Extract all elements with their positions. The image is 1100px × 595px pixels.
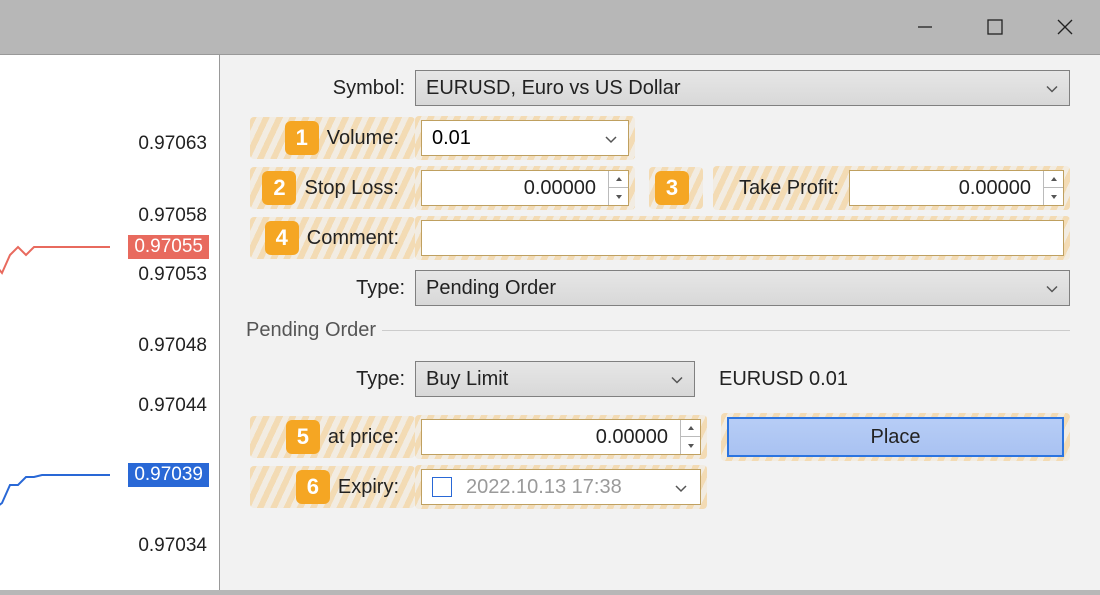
order-type-value: Pending Order — [426, 277, 556, 300]
annotation-badge-3: 3 — [655, 171, 689, 205]
symbol-value: EURUSD, Euro vs US Dollar — [426, 77, 681, 100]
chart-pane: 0.97063 0.97058 0.97055 0.97053 0.97048 … — [0, 55, 220, 590]
price-tick: 0.97063 — [138, 133, 207, 155]
atprice-value: 0.00000 — [596, 426, 692, 449]
content-area: 0.97063 0.97058 0.97055 0.97053 0.97048 … — [0, 54, 1100, 590]
stoploss-label: Stop Loss: — [304, 177, 409, 200]
pending-order-group: Pending Order Type: Buy Limit EURUSD 0.0… — [250, 319, 1070, 518]
pending-legend: Pending Order — [240, 319, 382, 342]
symbol-label: Symbol: — [250, 77, 415, 100]
order-type-dropdown[interactable]: Pending Order — [415, 270, 1070, 306]
pending-type-value: Buy Limit — [426, 368, 508, 391]
titlebar — [0, 0, 1100, 54]
comment-row: 4 Comment: — [250, 219, 1070, 257]
pending-type-dropdown[interactable]: Buy Limit — [415, 361, 695, 397]
stoploss-value: 0.00000 — [524, 177, 620, 200]
price-tick: 0.97048 — [138, 335, 207, 357]
pending-type-row: Type: Buy Limit EURUSD 0.01 — [250, 360, 1070, 398]
atprice-input[interactable]: 0.00000 — [421, 419, 701, 455]
spinner-icon[interactable] — [1043, 171, 1063, 205]
takeprofit-label: Take Profit: — [719, 177, 849, 200]
comment-input[interactable] — [421, 220, 1064, 256]
comment-label: Comment: — [307, 227, 409, 250]
window: 0.97063 0.97058 0.97055 0.97053 0.97048 … — [0, 0, 1100, 590]
minimize-button[interactable] — [890, 0, 960, 54]
place-button[interactable]: Place — [727, 417, 1064, 457]
chevron-down-icon — [674, 476, 688, 499]
expiry-value: 2022.10.13 17:38 — [466, 476, 622, 499]
type-label: Type: — [250, 277, 415, 300]
ask-price-badge: 0.97055 — [128, 235, 209, 259]
price-tick: 0.97058 — [138, 205, 207, 227]
expiry-input[interactable]: 2022.10.13 17:38 — [421, 469, 701, 505]
place-label: Place — [870, 426, 920, 449]
chevron-down-icon — [670, 368, 684, 391]
atprice-label: at price: — [328, 426, 409, 449]
sl-tp-row: 2 Stop Loss: 0.00000 3 Tak — [250, 169, 1070, 207]
pending-type-label: Type: — [250, 368, 415, 391]
stoploss-input[interactable]: 0.00000 — [421, 170, 629, 206]
takeprofit-input[interactable]: 0.00000 — [849, 170, 1064, 206]
expiry-label: Expiry: — [338, 476, 409, 499]
maximize-button[interactable] — [960, 0, 1030, 54]
expiry-checkbox[interactable] — [432, 477, 452, 497]
price-tick: 0.97034 — [138, 535, 207, 557]
spinner-icon[interactable] — [680, 420, 700, 454]
price-axis: 0.97063 0.97058 0.97055 0.97053 0.97048 … — [119, 55, 219, 590]
bid-price-badge: 0.97039 — [128, 463, 209, 487]
expiry-row: 6 Expiry: 2022.10.13 17:38 — [250, 468, 1070, 506]
chevron-down-icon — [604, 127, 618, 150]
volume-input[interactable]: 0.01 — [421, 120, 629, 156]
symbol-row: Symbol: EURUSD, Euro vs US Dollar — [250, 69, 1070, 107]
order-form: Symbol: EURUSD, Euro vs US Dollar 1 Volu… — [220, 55, 1100, 590]
order-summary: EURUSD 0.01 — [719, 368, 848, 391]
annotation-badge-4: 4 — [265, 221, 299, 255]
chevron-down-icon — [1045, 277, 1059, 300]
volume-label: Volume: — [327, 127, 409, 150]
spinner-icon[interactable] — [608, 171, 628, 205]
price-tick: 0.97053 — [138, 264, 207, 286]
atprice-row: 5 at price: 0.00000 — [250, 418, 1070, 456]
annotation-badge-5: 5 — [286, 420, 320, 454]
close-button[interactable] — [1030, 0, 1100, 54]
annotation-badge-1: 1 — [285, 121, 319, 155]
annotation-badge-2: 2 — [262, 171, 296, 205]
volume-row: 1 Volume: 0.01 — [250, 119, 1070, 157]
price-tick: 0.97044 — [138, 395, 207, 417]
takeprofit-value: 0.00000 — [959, 177, 1055, 200]
chevron-down-icon — [1045, 77, 1059, 100]
volume-value: 0.01 — [432, 127, 471, 150]
price-chart — [0, 55, 120, 595]
symbol-dropdown[interactable]: EURUSD, Euro vs US Dollar — [415, 70, 1070, 106]
annotation-badge-6: 6 — [296, 470, 330, 504]
type-row: Type: Pending Order — [250, 269, 1070, 307]
